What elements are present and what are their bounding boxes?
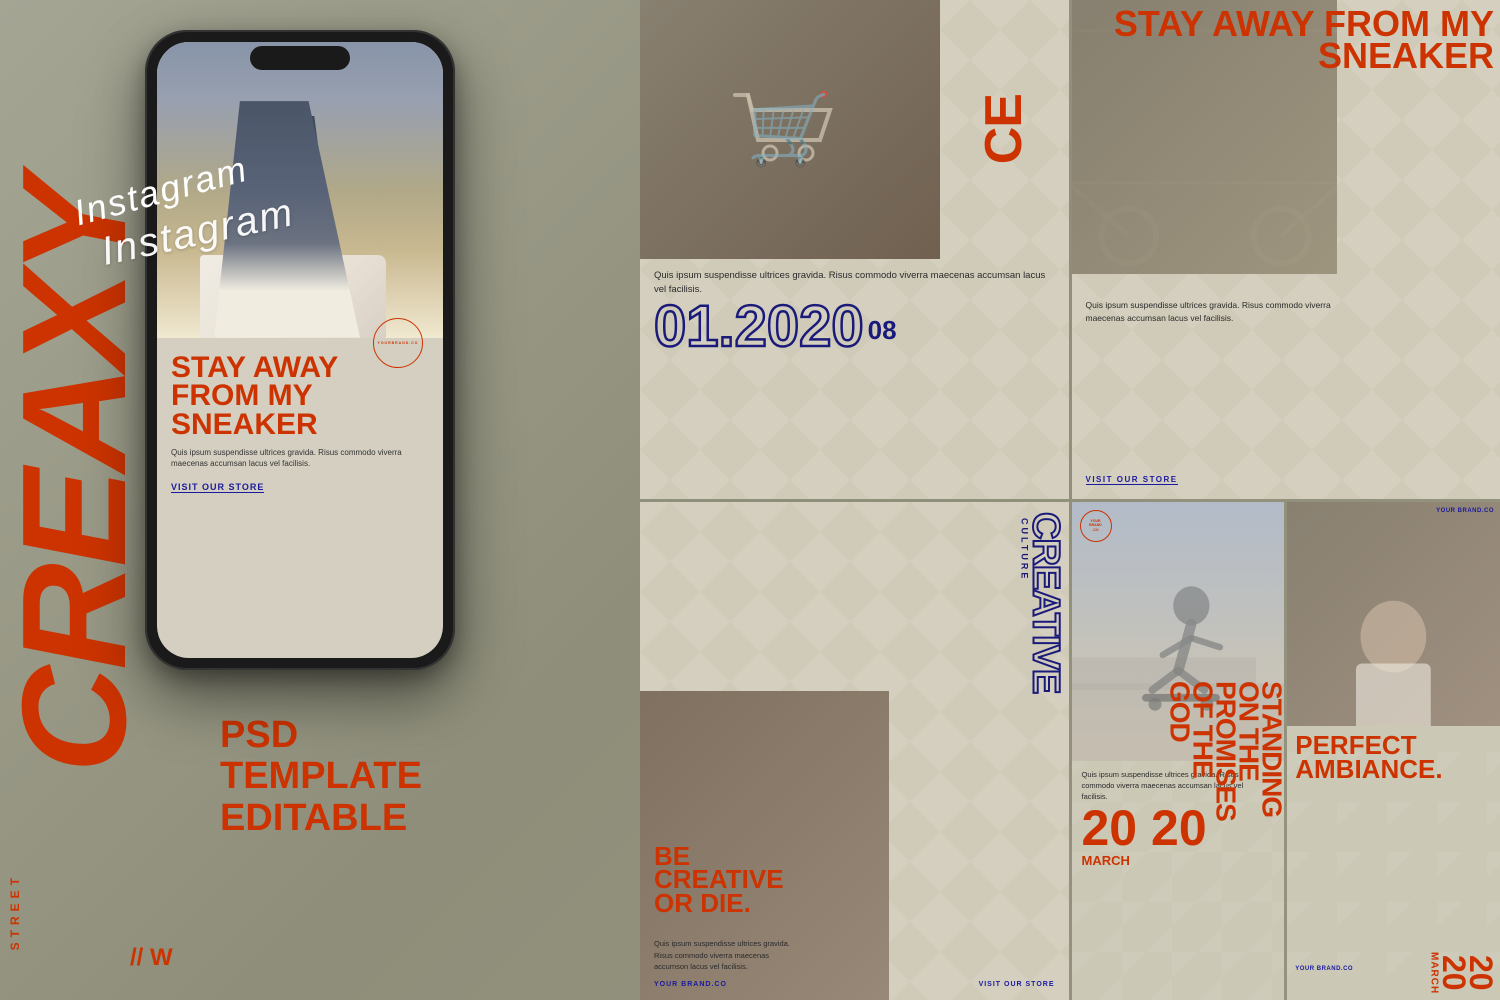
card3-cta-left: YOUR BRAND.CO [654, 981, 727, 988]
street-lines: // W [130, 946, 173, 970]
card4-brand2: YOUR BRAND.CO [1295, 966, 1353, 972]
card1-vertical-title: CE [983, 94, 1026, 164]
card3-creative-vert: CREATIVE CULTURE [1019, 512, 1060, 693]
phone-frame: YOURBRAND.CO STAY AWAY FROM MY SNEAKER Q… [145, 30, 455, 670]
card3-cta-right: VISIT OUR STORE [979, 981, 1055, 988]
card3-creative-title: CREATIVE [1029, 512, 1060, 693]
phone-screen: YOURBRAND.CO STAY AWAY FROM MY SNEAKER Q… [157, 42, 443, 658]
psd-line-3: EDITABLE [220, 798, 422, 840]
card2-body-text: Quis ipsum suspendisse ultrices gravida.… [1086, 299, 1365, 325]
street-label: STREET [8, 873, 22, 950]
card3-headline: BE CREATIVE OR DIE. [654, 845, 784, 915]
page-wrapper: CREAXY Instagram PSD TEMPLATE EDITABLE S… [0, 0, 1500, 1000]
card1-date-small: 08 [868, 317, 897, 343]
phone-notch [250, 46, 350, 70]
card1-photo [640, 0, 940, 259]
psd-line-1: PSD [220, 715, 422, 757]
card1-date-number: 01.2020 [654, 302, 864, 351]
right-section: CE Quis ipsum suspendisse ultrices gravi… [640, 0, 1500, 1000]
card4-ambiance-photo [1287, 502, 1500, 726]
card1-vertical-text-area: CE [940, 0, 1069, 259]
card4-standing-text: STANDINGON THEPROMISESOF THEGOD [1167, 502, 1282, 1000]
psd-line-2: TEMPLATE [220, 756, 422, 798]
phone-cta: VISIT OUR STORE [171, 482, 264, 493]
card-3-creative: CREATIVE CULTURE BE CREATIVE OR DIE. Qui… [640, 502, 1069, 1000]
card2-headline: STAY AWAY FROM MY SNEAKER [1072, 8, 1495, 71]
phone-brand-circle: YOURBRAND.CO [373, 318, 423, 368]
card4-ambiance: YOUR BRAND.CO PERFECT AMBIANCE. 2020 MAR… [1287, 502, 1500, 1000]
card3-bottom-row: YOUR BRAND.CO VISIT OUR STORE [654, 981, 1055, 988]
card-1-date: CE Quis ipsum suspendisse ultrices gravi… [640, 0, 1069, 499]
card4-date-vertical: 2020 MARCH [1429, 952, 1494, 994]
card4-brand-circle: YOURBRAND.CO [1080, 510, 1112, 542]
card4-date-month: MARCH [1429, 952, 1440, 994]
card-grid: CE Quis ipsum suspendisse ultrices gravi… [640, 0, 1500, 1000]
card4-skater: YOURBRAND.CO STANDINGON THEPROMISESOF TH… [1072, 502, 1285, 1000]
phone-body-text: Quis ipsum suspendisse ultrices gravida.… [171, 447, 429, 469]
card-4-split: YOURBRAND.CO STANDINGON THEPROMISESOF TH… [1072, 502, 1500, 1000]
phone-mockup: YOURBRAND.CO STAY AWAY FROM MY SNEAKER Q… [145, 30, 455, 680]
card1-date-row: 01.2020 08 [640, 298, 1069, 355]
card2-cta: VISIT OUR STORE [1086, 475, 1178, 485]
ambiance-person-svg [1287, 502, 1500, 726]
card-2-sneaker: STAY AWAY FROM MY SNEAKER Quis ipsum sus… [1072, 0, 1500, 499]
card4-ambiance-brand: YOUR BRAND.CO [1436, 508, 1494, 514]
card4-date-num: 2020 [1440, 952, 1494, 994]
card4-brand-text: YOURBRAND.CO [1089, 519, 1102, 533]
card4-right-column: YOUR BRAND.CO PERFECT AMBIANCE. 2020 MAR… [1287, 502, 1500, 1000]
card3-body-text: Quis ipsum suspendisse ultrices gravida.… [654, 938, 794, 972]
phone-content: YOURBRAND.CO STAY AWAY FROM MY SNEAKER Q… [157, 338, 443, 505]
cart-icon [730, 85, 850, 175]
psd-template-block: PSD TEMPLATE EDITABLE [220, 715, 422, 840]
card4-ambiance-headline: PERFECT AMBIANCE. [1287, 726, 1500, 782]
card1-body-text: Quis ipsum suspendisse ultrices gravida.… [640, 259, 1069, 298]
